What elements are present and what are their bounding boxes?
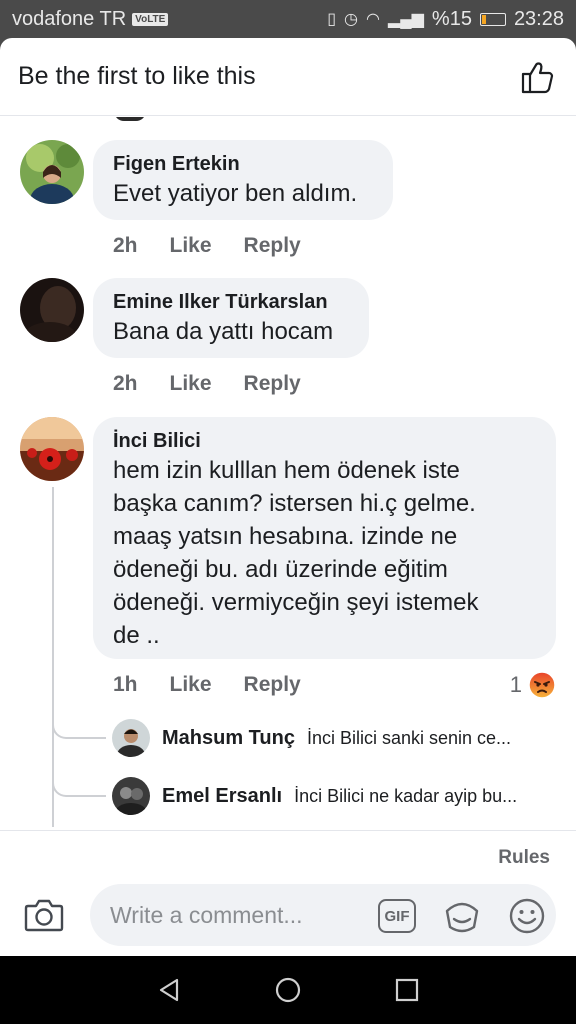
wifi-icon: ◠ — [365, 11, 380, 28]
camera-icon[interactable] — [24, 897, 64, 933]
alarm-icon: ◷ — [344, 11, 358, 28]
like-link[interactable]: Like — [170, 234, 212, 258]
comment-text: Evet yatiyor ben aldım. — [113, 180, 358, 207]
signal-icon: ▂▄▆ — [387, 11, 424, 28]
thumbs-up-icon[interactable] — [520, 59, 556, 95]
rules-link[interactable]: Rules — [498, 847, 550, 869]
reply-connector — [52, 775, 106, 797]
sheet-title: Be the first to like this — [18, 62, 256, 90]
emoji-icon[interactable] — [508, 897, 546, 935]
like-link[interactable]: Like — [170, 673, 212, 697]
recents-icon[interactable] — [393, 976, 421, 1004]
comments-list: Figen Ertekin Evet yatiyor ben aldım. 2h… — [0, 117, 576, 829]
comment-composer: Rules GIF — [0, 830, 576, 956]
sticker-icon[interactable] — [442, 897, 482, 935]
status-bar: vodafone TR VoLTE ▯ ◷ ◠ ▂▄▆ %15 23:28 — [0, 0, 576, 38]
status-right: ▯ ◷ ◠ ▂▄▆ %15 23:28 — [327, 8, 564, 31]
comment-text: Bana da yattı hocam — [113, 318, 334, 345]
comment-bubble[interactable]: İnci Bilici hem izin kulllan hem ödenek … — [93, 417, 556, 659]
avatar-photo — [20, 140, 84, 204]
battery-icon — [479, 12, 506, 26]
reply-preview: İnci Bilici sanki senin ce... — [306, 727, 512, 748]
reply-link[interactable]: Reply — [244, 372, 301, 396]
avatar[interactable] — [112, 777, 150, 815]
comment-bubble[interactable]: Emine Ilker Türkarslan Bana da yattı hoc… — [93, 278, 369, 358]
comment-text-line: maaş yatsın hesabına. izinde ne — [113, 523, 458, 550]
comment-text-line: ödeneği bu. adı üzerinde eğitim — [113, 556, 448, 583]
reply-link[interactable]: Reply — [244, 673, 301, 697]
comments-sheet: Be the first to like this Figen Ertekin — [0, 38, 576, 956]
home-icon[interactable] — [274, 976, 302, 1004]
reply-link[interactable]: Reply — [244, 234, 301, 258]
reply-preview: İnci Bilici ne kadar ayip bu... — [294, 785, 518, 806]
battery-percent: %15 — [431, 7, 472, 30]
comment-time[interactable]: 1h — [113, 673, 138, 697]
clock: 23:28 — [513, 7, 564, 30]
avatar[interactable] — [20, 417, 84, 481]
battery-fill — [481, 14, 486, 24]
reaction-summary[interactable]: 1 — [510, 671, 556, 699]
vibrate-icon: ▯ — [327, 11, 337, 28]
comment-actions: 2h Like Reply — [113, 234, 301, 258]
comment-input-container[interactable]: GIF — [90, 884, 556, 946]
reply-author[interactable]: Emel Ersanlı — [162, 785, 282, 808]
avatar-photo — [112, 719, 150, 757]
reply-connector — [52, 717, 106, 739]
gif-icon[interactable]: GIF — [378, 899, 416, 933]
avatar[interactable] — [20, 278, 84, 342]
composer-icons: GIF — [378, 897, 546, 935]
volte-badge: VoLTE — [132, 12, 169, 26]
status-left: vodafone TR VoLTE — [12, 7, 169, 31]
like-link[interactable]: Like — [170, 372, 212, 396]
comment-text-line: başka canım? istersen hi.ç gelme. — [113, 490, 476, 517]
comment-text-line: ödeneği. vermiyceğin şeyi istemek — [113, 589, 479, 616]
reply-item[interactable]: Mahsum Tunç İnci Bilici sanki senin ce..… — [112, 719, 511, 757]
sheet-header: Be the first to like this — [0, 38, 576, 116]
comment-time[interactable]: 2h — [113, 234, 138, 258]
avatar[interactable] — [20, 140, 84, 204]
comment-input[interactable] — [110, 901, 360, 929]
comment-bubble[interactable]: Figen Ertekin Evet yatiyor ben aldım. — [93, 140, 393, 220]
comment-text-line: de .. — [113, 622, 160, 649]
comment-author[interactable]: Emine Ilker Türkarslan — [113, 289, 349, 315]
comment-time[interactable]: 2h — [113, 372, 138, 396]
reply-item[interactable]: Emel Ersanlı İnci Bilici ne kadar ayip b… — [112, 777, 517, 815]
carrier-name: vodafone TR — [12, 7, 127, 30]
system-nav-bar — [0, 956, 576, 1024]
back-icon[interactable] — [155, 976, 183, 1004]
previous-avatar-peek — [114, 117, 146, 121]
angry-reaction-icon — [528, 671, 556, 699]
avatar-photo — [20, 278, 84, 342]
avatar-photo — [20, 417, 84, 481]
reaction-count: 1 — [509, 672, 522, 697]
comment-actions: 1h Like Reply — [113, 673, 301, 697]
comment-actions: 2h Like Reply — [113, 372, 301, 396]
comment-text-line: hem izin kulllan hem ödenek iste — [113, 457, 460, 484]
comment-author[interactable]: Figen Ertekin — [113, 151, 373, 177]
avatar[interactable] — [112, 719, 150, 757]
avatar-photo — [112, 777, 150, 815]
reply-author[interactable]: Mahsum Tunç — [162, 727, 295, 750]
comment-author[interactable]: İnci Bilici — [113, 428, 536, 454]
